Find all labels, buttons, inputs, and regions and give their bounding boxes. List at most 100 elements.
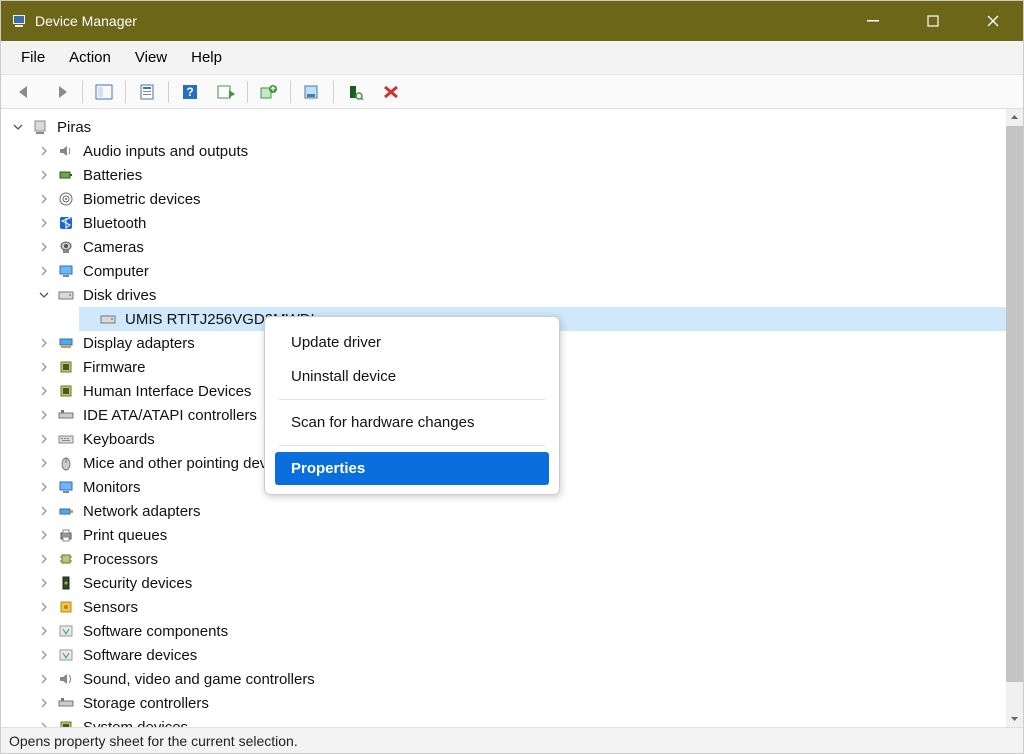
tree-category[interactable]: Sensors [37,595,1006,619]
toolbar-disable-button[interactable] [374,78,408,106]
biometric-icon [57,190,75,208]
storage-controller-icon [57,694,75,712]
chevron-right-icon[interactable] [37,456,51,470]
show-tree-icon [95,84,113,100]
minimize-button[interactable] [843,1,903,41]
chevron-right-icon[interactable] [37,720,51,727]
chevron-right-icon[interactable] [37,648,51,662]
tree-root[interactable]: Piras [11,115,1006,139]
tree-category[interactable]: Audio inputs and outputs [37,139,1006,163]
toolbar-separator [290,81,291,103]
toolbar-uninstall-button[interactable] [295,78,329,106]
tree-category-label: Storage controllers [83,695,209,712]
chevron-right-icon[interactable] [37,240,51,254]
tree-category[interactable]: Batteries [37,163,1006,187]
toolbar-separator [168,81,169,103]
device-manager-window: Device Manager File Action View Help [0,0,1024,754]
chevron-right-icon[interactable] [37,600,51,614]
app-icon [11,13,27,29]
tree-category-label: Keyboards [83,431,155,448]
chevron-right-icon[interactable] [37,192,51,206]
context-uninstall-device[interactable]: Uninstall device [275,360,549,393]
tree-category[interactable]: Security devices [37,571,1006,595]
chevron-right-icon[interactable] [37,432,51,446]
printer-icon [57,526,75,544]
tree-category[interactable]: Bluetooth [37,211,1006,235]
system-device-icon [57,718,75,727]
chevron-right-icon[interactable] [37,264,51,278]
menu-file[interactable]: File [9,43,57,72]
toolbar-forward-button[interactable] [44,78,78,106]
tree-category-label: Software devices [83,647,197,664]
audio-icon [57,142,75,160]
update-driver-icon [260,84,278,100]
software-component-icon [57,622,75,640]
chevron-right-icon[interactable] [37,144,51,158]
tree-category-label: Security devices [83,575,192,592]
vertical-scrollbar[interactable] [1006,109,1023,727]
toolbar-show-tree-button[interactable] [87,78,121,106]
chevron-right-icon[interactable] [37,672,51,686]
chevron-right-icon[interactable] [37,168,51,182]
close-button[interactable] [963,1,1023,41]
chevron-right-icon[interactable] [37,624,51,638]
context-scan-hardware[interactable]: Scan for hardware changes [275,406,549,439]
tree-category[interactable]: Software components [37,619,1006,643]
ide-controller-icon [57,406,75,424]
tree-category[interactable]: Computer [37,259,1006,283]
toolbar-action-button[interactable] [209,78,243,106]
bluetooth-icon [57,214,75,232]
scrollbar-thumb[interactable] [1006,126,1023,682]
tree-category[interactable]: Biometric devices [37,187,1006,211]
menubar: File Action View Help [1,41,1023,75]
tree-category[interactable]: Print queues [37,523,1006,547]
toolbar-scan-button[interactable] [338,78,372,106]
tree-category-label: Monitors [83,479,141,496]
chevron-right-icon[interactable] [37,504,51,518]
chevron-right-icon[interactable] [37,384,51,398]
toolbar-help-button[interactable]: ? [173,78,207,106]
tree-category[interactable]: Processors [37,547,1006,571]
toolbar: ? [1,75,1023,109]
chevron-right-icon[interactable] [37,360,51,374]
scroll-down-arrow-icon[interactable] [1006,710,1023,727]
toolbar-back-button[interactable] [8,78,42,106]
chevron-right-icon[interactable] [37,336,51,350]
properties-icon [139,84,155,100]
context-separator [279,445,545,446]
chevron-right-icon[interactable] [37,480,51,494]
chevron-down-icon[interactable] [11,120,25,134]
toolbar-properties-button[interactable] [130,78,164,106]
tree-category[interactable]: Cameras [37,235,1006,259]
tree-category[interactable]: Storage controllers [37,691,1006,715]
tree-category[interactable]: Network adapters [37,499,1006,523]
statusbar: Opens property sheet for the current sel… [1,727,1023,753]
toolbar-update-driver-button[interactable] [252,78,286,106]
chevron-right-icon[interactable] [37,576,51,590]
disable-device-icon [382,84,400,100]
menu-view[interactable]: View [123,43,179,72]
menu-help[interactable]: Help [179,43,234,72]
tree-category[interactable]: System devices [37,715,1006,727]
chevron-right-icon[interactable] [37,216,51,230]
tree-category-label: Disk drives [83,287,156,304]
chevron-right-icon[interactable] [37,696,51,710]
mouse-icon [57,454,75,472]
context-update-driver[interactable]: Update driver [275,326,549,359]
menu-action[interactable]: Action [57,43,123,72]
maximize-button[interactable] [903,1,963,41]
tree-category-label: Firmware [83,359,146,376]
chevron-right-icon[interactable] [37,408,51,422]
context-properties[interactable]: Properties [275,452,549,485]
tree-category[interactable]: Sound, video and game controllers [37,667,1006,691]
forward-arrow-icon [51,84,71,100]
tree-category-label: Print queues [83,527,167,544]
chevron-down-icon[interactable] [37,288,51,302]
tree-category[interactable]: Software devices [37,643,1006,667]
toolbar-separator [247,81,248,103]
processor-icon [57,550,75,568]
scroll-up-arrow-icon[interactable] [1006,109,1023,126]
tree-category[interactable]: Disk drives [37,283,1006,307]
chevron-right-icon[interactable] [37,552,51,566]
chevron-right-icon[interactable] [37,528,51,542]
